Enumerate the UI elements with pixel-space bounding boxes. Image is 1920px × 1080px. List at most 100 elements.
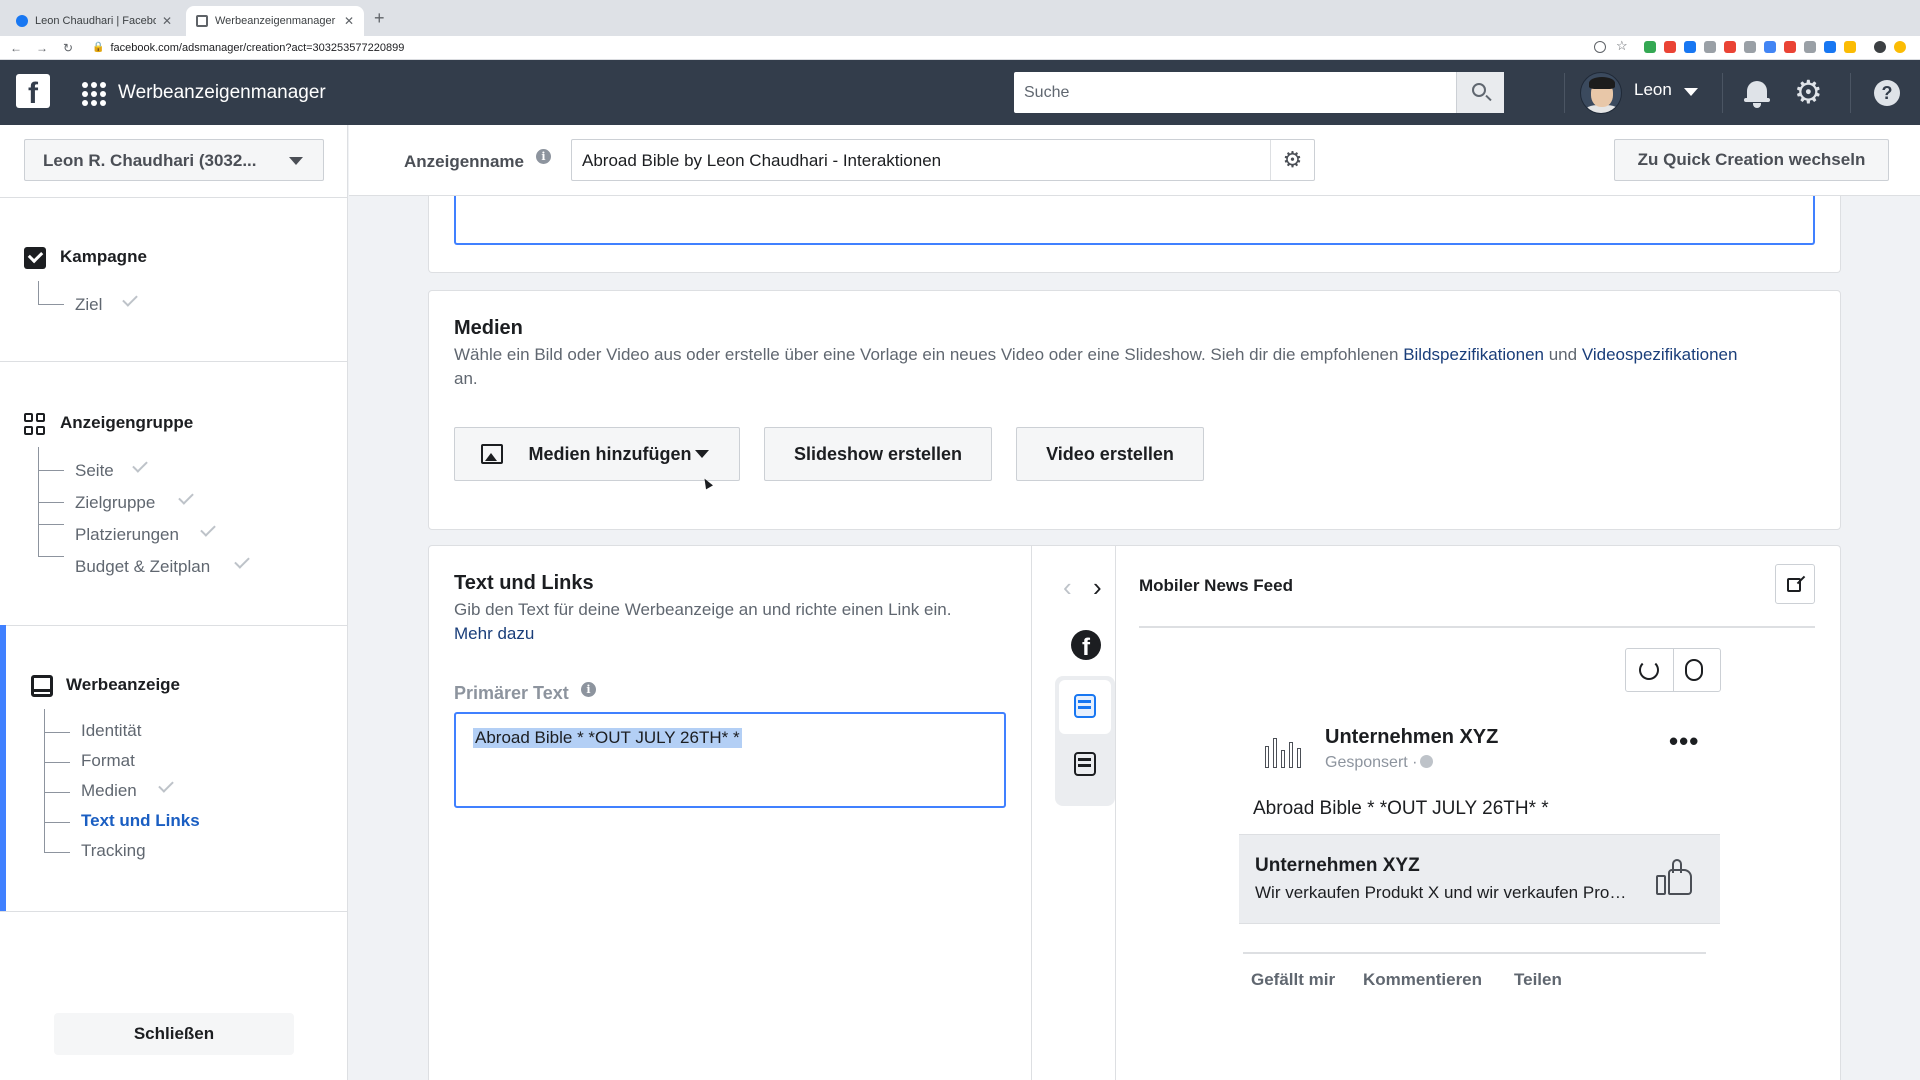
app-title[interactable]: Werbeanzeigenmanager <box>118 82 326 104</box>
close-tab-icon[interactable]: ✕ <box>162 14 172 28</box>
link-description: Wir verkaufen Produkt X und wir verkaufe… <box>1255 883 1635 902</box>
divider <box>1139 626 1815 628</box>
sidebar-section-ad[interactable]: Werbeanzeige <box>66 675 180 695</box>
divider <box>0 361 348 362</box>
media-desc-text: Wähle ein Bild oder Video aus oder erste… <box>454 345 1404 364</box>
chevron-left-icon[interactable]: ‹ <box>1063 572 1072 603</box>
primary-text-input[interactable]: Abroad Bible * *OUT JULY 26TH* * <box>454 712 1006 808</box>
browser-extension-icon[interactable] <box>1844 41 1856 53</box>
video-specs-link[interactable]: Videospezifikationen <box>1582 345 1738 364</box>
browser-extension-icon[interactable] <box>1644 41 1656 53</box>
lock-icon: 🔒 <box>92 42 105 53</box>
mobile-feed-icon[interactable] <box>1074 694 1096 718</box>
update-icon[interactable] <box>1894 41 1906 53</box>
browser-extension-icon[interactable] <box>1704 41 1716 53</box>
tab-title: Werbeanzeigenmanager - Cre <box>215 15 338 27</box>
learn-more-link[interactable]: Mehr dazu <box>454 624 534 643</box>
image-specs-link[interactable]: Bildspezifikationen <box>1403 345 1544 364</box>
image-icon <box>481 444 503 464</box>
like-page-icon <box>1656 859 1696 899</box>
gear-icon[interactable]: ⚙ <box>1794 76 1823 108</box>
close-tab-icon[interactable]: ✕ <box>344 14 354 28</box>
quick-creation-button[interactable]: Zu Quick Creation wechseln <box>1614 139 1889 181</box>
video-button[interactable]: Video erstellen <box>1016 427 1204 481</box>
url-text[interactable]: facebook.com/adsmanager/creation?act=303… <box>110 42 404 54</box>
divider <box>0 911 348 912</box>
divider <box>1722 73 1723 113</box>
zoom-icon[interactable] <box>1594 41 1606 53</box>
new-tab-button[interactable]: + <box>374 8 385 29</box>
preview-tools <box>1625 648 1721 692</box>
adsmanager-favicon-icon <box>196 15 208 27</box>
ad-name-value[interactable]: Abroad Bible by Leon Chaudhari - Interak… <box>582 151 941 171</box>
browser-extension-icon[interactable] <box>1664 41 1676 53</box>
browser-extension-icon[interactable] <box>1684 41 1696 53</box>
info-icon[interactable]: i <box>536 149 551 164</box>
sidebar-item-ziel[interactable]: Ziel <box>75 295 102 315</box>
account-selector[interactable]: Leon R. Chaudhari (3032... <box>24 139 324 181</box>
ads-manager-topbar: f Werbeanzeigenmanager Suche Leon ⚙ ? <box>0 60 1920 125</box>
profile-icon[interactable] <box>1874 41 1886 53</box>
sidebar-item-tracking[interactable]: Tracking <box>81 841 146 861</box>
bell-icon[interactable] <box>1744 78 1770 108</box>
avatar[interactable] <box>1580 72 1622 114</box>
browser-extension-icon[interactable] <box>1744 41 1756 53</box>
search-input[interactable]: Suche <box>1024 84 1069 102</box>
tree-connector <box>38 503 64 525</box>
back-icon[interactable]: ← <box>6 41 26 55</box>
text-area[interactable] <box>454 196 1815 245</box>
browser-extension-icon[interactable] <box>1824 41 1836 53</box>
sidebar-section-adset[interactable]: Anzeigengruppe <box>60 413 193 433</box>
sidebar-item-text-und-links[interactable]: Text und Links <box>81 811 200 831</box>
more-options-icon[interactable]: ••• <box>1669 726 1699 757</box>
search-box[interactable]: Suche <box>1014 72 1504 113</box>
facebook-favicon-icon <box>16 15 28 27</box>
browser-extension-icon[interactable] <box>1724 41 1736 53</box>
browser-tab-facebook[interactable]: Leon Chaudhari | Facebook ✕ <box>6 6 182 36</box>
info-icon[interactable]: i <box>581 682 596 697</box>
browser-extension-icon[interactable] <box>1784 41 1796 53</box>
check-icon <box>122 291 138 307</box>
globe-icon <box>1420 755 1434 768</box>
ad-name-field[interactable]: Abroad Bible by Leon Chaudhari - Interak… <box>571 139 1315 181</box>
slideshow-button[interactable]: Slideshow erstellen <box>764 427 992 481</box>
close-button[interactable]: Schließen <box>54 1013 294 1055</box>
sidebar-section-campaign[interactable]: Kampagne <box>60 247 147 267</box>
sidebar-item-budget-zeitplan[interactable]: Budget & Zeitplan <box>75 557 210 577</box>
sidebar-item-zielgruppe[interactable]: Zielgruppe <box>75 493 155 513</box>
help-icon[interactable]: ? <box>1874 80 1900 106</box>
account-menu-chevron-icon[interactable] <box>1684 88 1698 96</box>
text-links-card: Text und Links Gib den Text für deine We… <box>428 545 1841 1080</box>
refresh-icon[interactable] <box>1639 660 1659 680</box>
facebook-placement-icon[interactable]: f <box>1071 630 1101 660</box>
browser-extension-icon[interactable] <box>1804 41 1816 53</box>
account-name: Leon R. Chaudhari (3032... <box>43 151 257 170</box>
browser-tab-adsmanager[interactable]: Werbeanzeigenmanager - Cre ✕ <box>186 6 364 36</box>
campaign-check-icon <box>24 247 46 269</box>
media-desc-text: an. <box>454 369 478 388</box>
share-action: Teilen <box>1514 970 1562 989</box>
bug-icon[interactable] <box>1685 659 1703 681</box>
forward-icon[interactable]: → <box>32 41 52 55</box>
page-name: Unternehmen XYZ <box>1325 726 1499 748</box>
divider <box>1850 73 1851 113</box>
sidebar-item-seite[interactable]: Seite <box>75 461 114 481</box>
chevron-right-icon[interactable]: › <box>1093 572 1102 603</box>
sidebar-item-format[interactable]: Format <box>81 751 135 771</box>
sidebar-item-medien[interactable]: Medien <box>81 781 137 801</box>
sidebar-item-platzierungen[interactable]: Platzierungen <box>75 525 179 545</box>
reload-icon[interactable]: ↻ <box>58 41 78 55</box>
gear-icon[interactable]: ⚙ <box>1270 140 1314 180</box>
check-icon <box>132 457 148 473</box>
bookmark-star-icon[interactable]: ☆ <box>1616 39 1628 53</box>
search-button[interactable] <box>1456 72 1504 113</box>
sidebar-item-identitaet[interactable]: Identität <box>81 721 142 741</box>
primary-text-value[interactable]: Abroad Bible * *OUT JULY 26TH* * <box>473 728 742 748</box>
user-name[interactable]: Leon <box>1634 80 1672 100</box>
add-media-button[interactable]: Medien hinzufügen <box>454 427 740 481</box>
facebook-logo-icon[interactable]: f <box>16 74 50 110</box>
open-preview-button[interactable] <box>1775 564 1815 604</box>
desktop-feed-icon[interactable] <box>1074 752 1096 776</box>
browser-extension-icon[interactable] <box>1764 41 1776 53</box>
grid-menu-icon[interactable] <box>82 82 106 106</box>
